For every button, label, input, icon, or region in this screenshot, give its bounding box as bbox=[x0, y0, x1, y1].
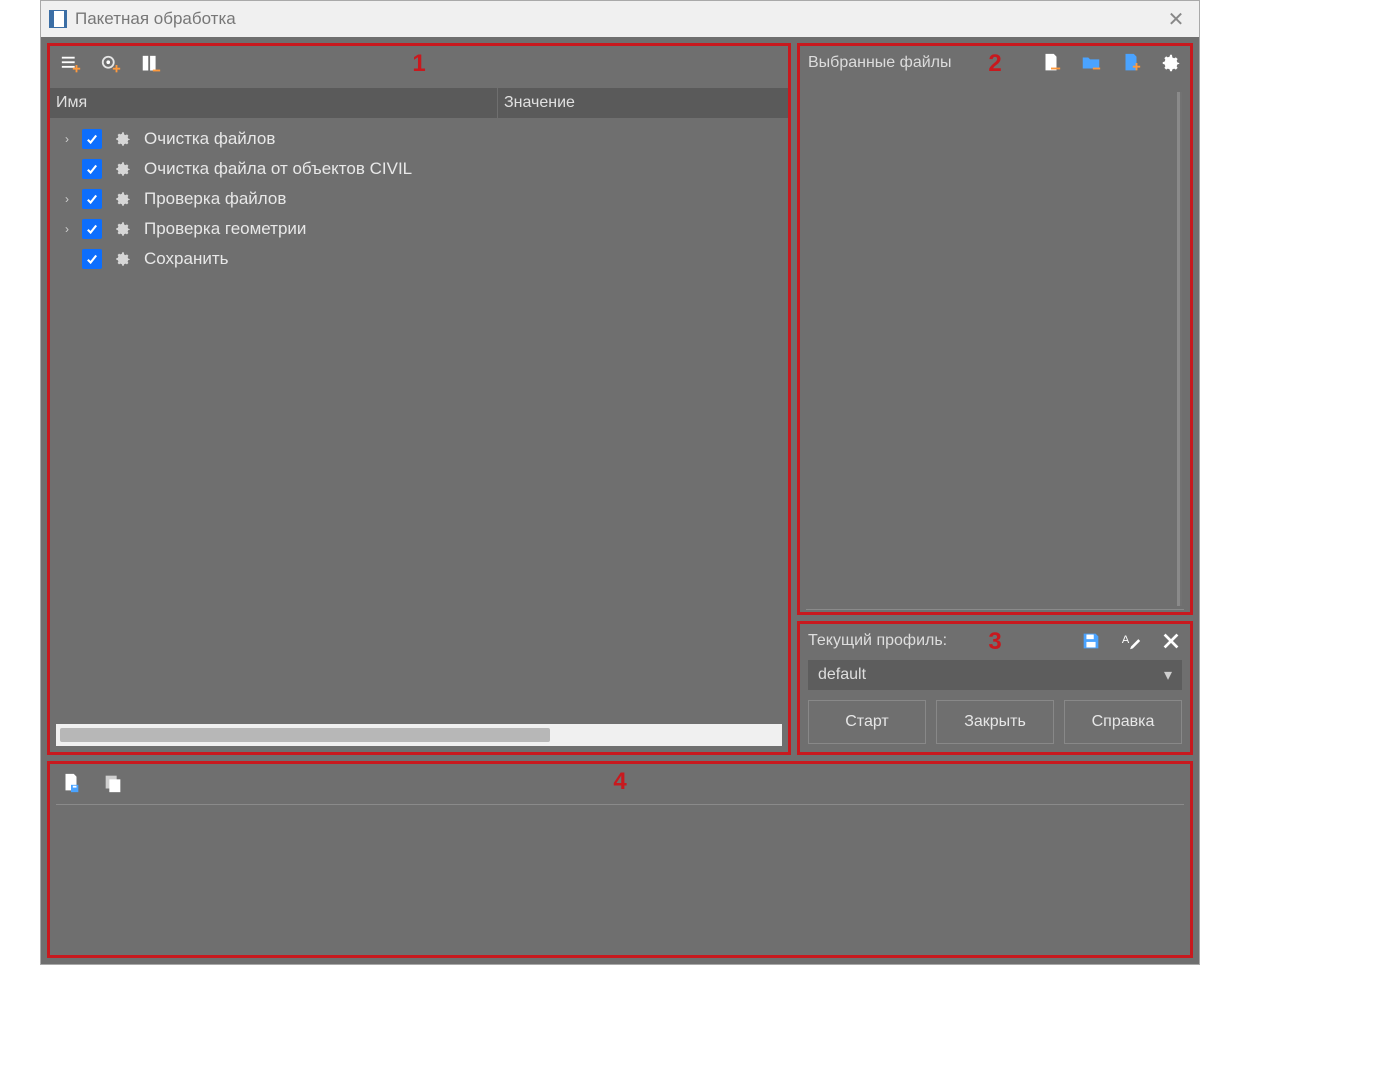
help-button[interactable]: Справка bbox=[1064, 700, 1182, 744]
tree-item-label: Очистка файла от объектов CIVIL bbox=[144, 159, 412, 179]
panel-number-3: 3 bbox=[988, 628, 1001, 656]
checkbox[interactable] bbox=[82, 159, 102, 179]
current-profile-label: Текущий профиль: bbox=[808, 632, 1080, 650]
start-button[interactable]: Старт bbox=[808, 700, 926, 744]
close-button[interactable]: Закрыть bbox=[936, 700, 1054, 744]
tree-row[interactable]: Очистка файла от объектов CIVIL bbox=[50, 154, 788, 184]
remove-file-icon[interactable] bbox=[1040, 52, 1062, 74]
column-value[interactable]: Значение bbox=[498, 88, 788, 118]
gear-icon[interactable] bbox=[112, 218, 134, 240]
chevron-right-icon[interactable]: › bbox=[62, 132, 72, 146]
tree-row[interactable]: › Очистка файлов bbox=[50, 124, 788, 154]
panel-operations: 1 Имя Значение › bbox=[47, 43, 791, 755]
close-button-label: Закрыть bbox=[964, 713, 1026, 731]
copy-log-icon[interactable] bbox=[102, 772, 124, 794]
panel-profile: 3 Текущий профиль: A default ▾ bbox=[797, 621, 1193, 755]
profile-selected-value: default bbox=[818, 666, 866, 684]
scrollbar-thumb[interactable] bbox=[60, 728, 550, 742]
checkbox[interactable] bbox=[82, 189, 102, 209]
checkbox[interactable] bbox=[82, 129, 102, 149]
add-gear-icon[interactable] bbox=[100, 54, 122, 76]
tree-item-label: Проверка геометрии bbox=[144, 219, 306, 239]
help-button-label: Справка bbox=[1092, 713, 1155, 731]
gear-icon[interactable] bbox=[112, 158, 134, 180]
app-icon bbox=[49, 10, 67, 28]
operations-header: Имя Значение bbox=[50, 88, 788, 118]
window-title: Пакетная обработка bbox=[75, 9, 236, 29]
batch-processing-window: Пакетная обработка ✕ 1 Имя Значение bbox=[40, 0, 1200, 965]
horizontal-scrollbar[interactable] bbox=[56, 724, 782, 746]
panel-number-2: 2 bbox=[988, 50, 1001, 78]
selected-files-label: Выбранные файлы bbox=[808, 54, 1040, 72]
panel-number-4: 4 bbox=[613, 768, 626, 796]
add-file-icon[interactable] bbox=[1120, 52, 1142, 74]
gear-icon[interactable] bbox=[112, 248, 134, 270]
chevron-down-icon: ▾ bbox=[1164, 665, 1172, 685]
svg-text:A: A bbox=[1122, 634, 1130, 646]
tree-row[interactable]: › Проверка геометрии bbox=[50, 214, 788, 244]
checkbox[interactable] bbox=[82, 219, 102, 239]
save-icon[interactable] bbox=[1080, 630, 1102, 652]
profile-select[interactable]: default ▾ bbox=[808, 660, 1182, 690]
remove-column-icon[interactable] bbox=[140, 54, 162, 76]
delete-icon[interactable] bbox=[1160, 630, 1182, 652]
start-button-label: Старт bbox=[845, 713, 888, 731]
chevron-right-icon[interactable]: › bbox=[62, 192, 72, 206]
panel-log: 4 bbox=[47, 761, 1193, 958]
rename-icon[interactable]: A bbox=[1120, 630, 1142, 652]
close-icon[interactable]: ✕ bbox=[1153, 1, 1199, 37]
checkbox[interactable] bbox=[82, 249, 102, 269]
remove-folder-icon[interactable] bbox=[1080, 52, 1102, 74]
divider bbox=[806, 609, 1184, 610]
chevron-right-icon[interactable]: › bbox=[62, 222, 72, 236]
gear-icon[interactable] bbox=[112, 188, 134, 210]
client-area: 1 Имя Значение › bbox=[41, 37, 1199, 964]
tree-row[interactable]: Сохранить bbox=[50, 244, 788, 274]
add-list-icon[interactable] bbox=[60, 54, 82, 76]
divider bbox=[56, 804, 1184, 805]
tree-item-label: Сохранить bbox=[144, 249, 228, 269]
tree-item-label: Проверка файлов bbox=[144, 189, 286, 209]
tree-item-label: Очистка файлов bbox=[144, 129, 275, 149]
selected-files-list[interactable] bbox=[806, 92, 1182, 606]
operations-tree: › Очистка файлов Очистка файла от объект… bbox=[50, 118, 788, 274]
panel-number-1: 1 bbox=[412, 50, 425, 78]
tree-row[interactable]: › Проверка файлов bbox=[50, 184, 788, 214]
gear-icon[interactable] bbox=[1160, 52, 1182, 74]
gear-icon[interactable] bbox=[112, 128, 134, 150]
panel-selected-files: 2 Выбранные файлы bbox=[797, 43, 1193, 615]
save-log-icon[interactable] bbox=[60, 772, 82, 794]
titlebar: Пакетная обработка ✕ bbox=[41, 1, 1199, 37]
column-name[interactable]: Имя bbox=[50, 88, 498, 118]
